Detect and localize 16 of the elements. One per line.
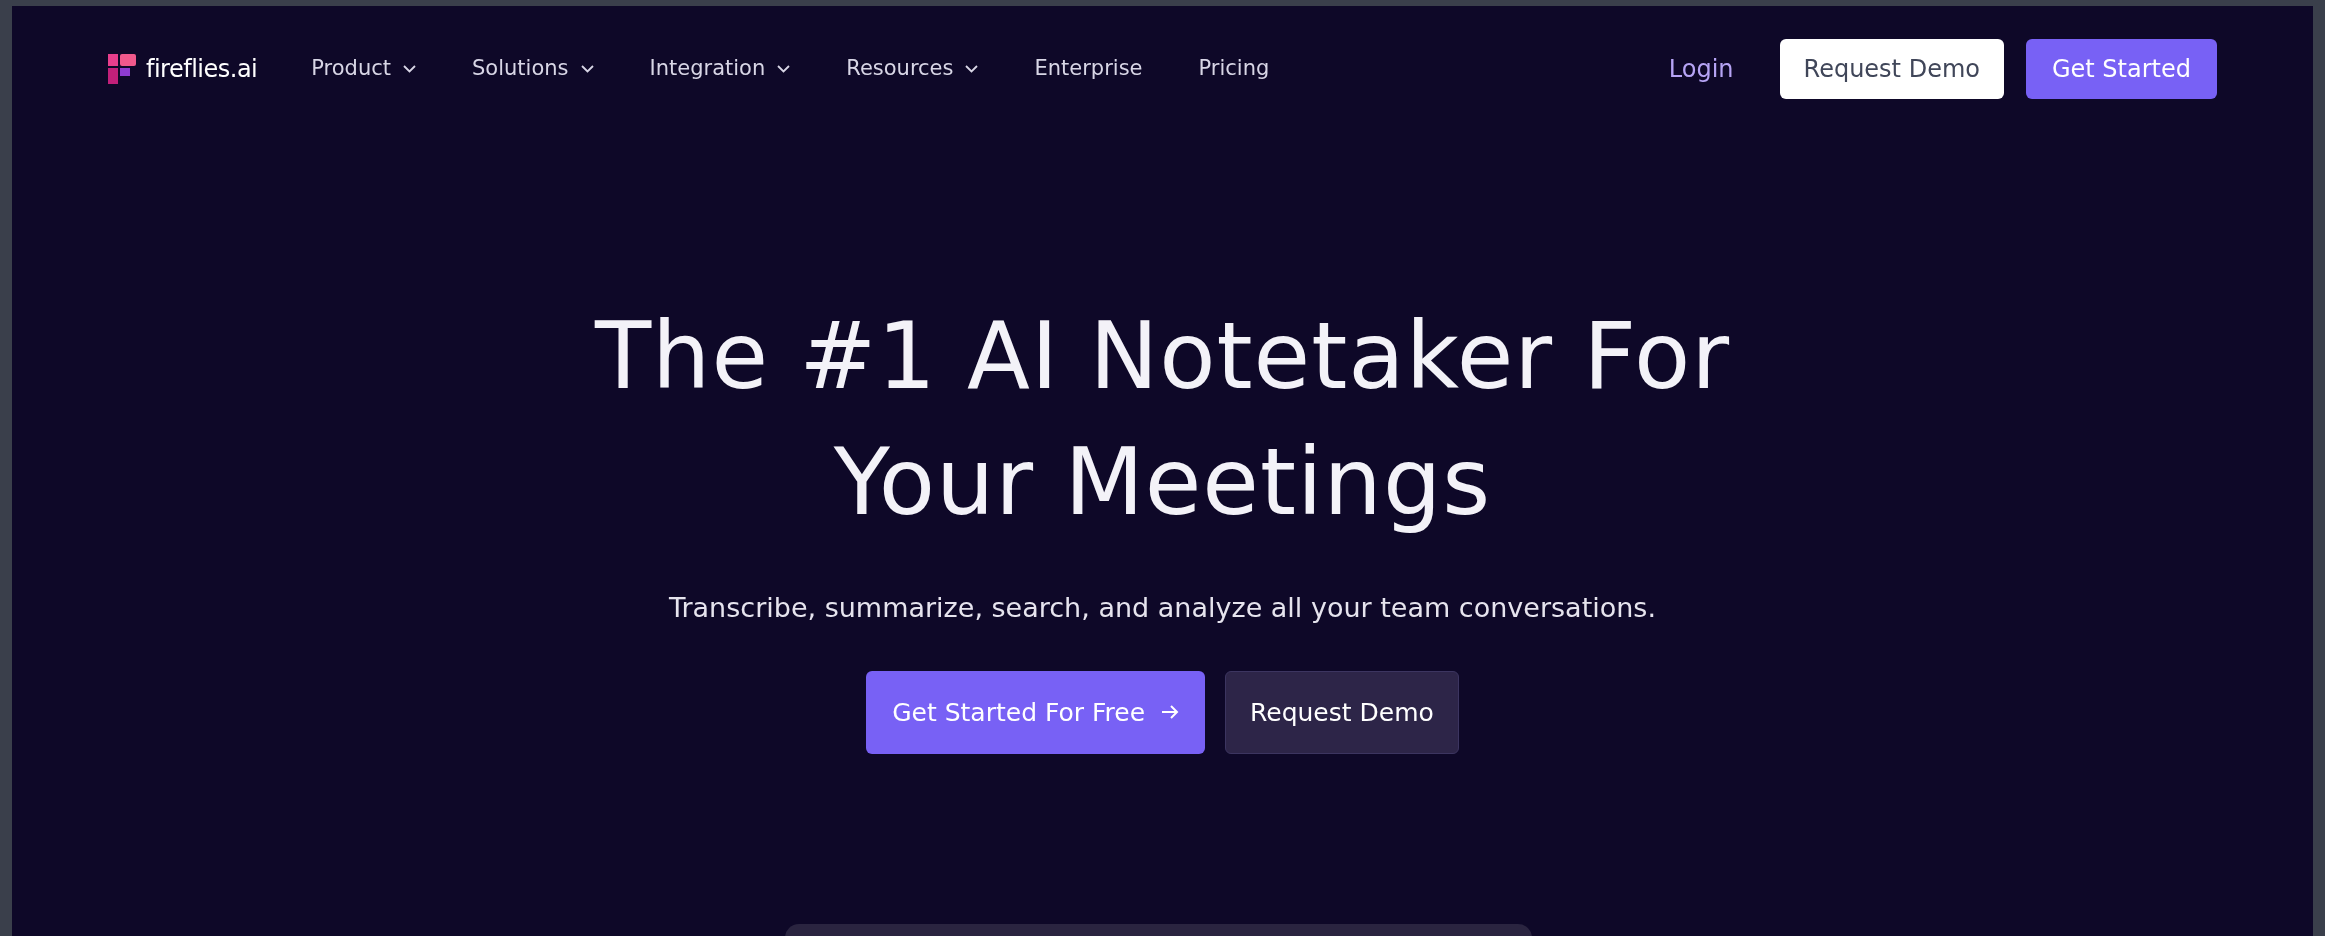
logo-icon: [108, 54, 136, 84]
nav-link[interactable]: Enterprise: [1034, 53, 1143, 85]
get-started-free-button[interactable]: Get Started For Free: [866, 670, 1206, 754]
get-started-button[interactable]: Get Started: [2025, 39, 2217, 99]
nav-link[interactable]: Pricing: [1198, 53, 1270, 85]
request-demo-button[interactable]: Request Demo: [1225, 670, 1459, 754]
nav-link[interactable]: Solutions: [472, 53, 594, 85]
hero-subtitle: Transcribe, summarize, search, and analyze all your team conversations.: [668, 591, 1657, 625]
brand-name: fireflies.ai: [146, 54, 258, 85]
brand-logo[interactable]: fireflies.ai: [108, 51, 258, 87]
hero-title: The #1 AI Notetaker For Your Meetings: [593, 302, 1732, 538]
nav-link[interactable]: Resources: [846, 53, 979, 85]
login-link[interactable]: Login: [1668, 51, 1734, 87]
request-demo-button[interactable]: Request Demo: [1779, 39, 2004, 99]
nav-link[interactable]: Integration: [649, 53, 791, 85]
nav-link[interactable]: Product: [311, 53, 416, 85]
